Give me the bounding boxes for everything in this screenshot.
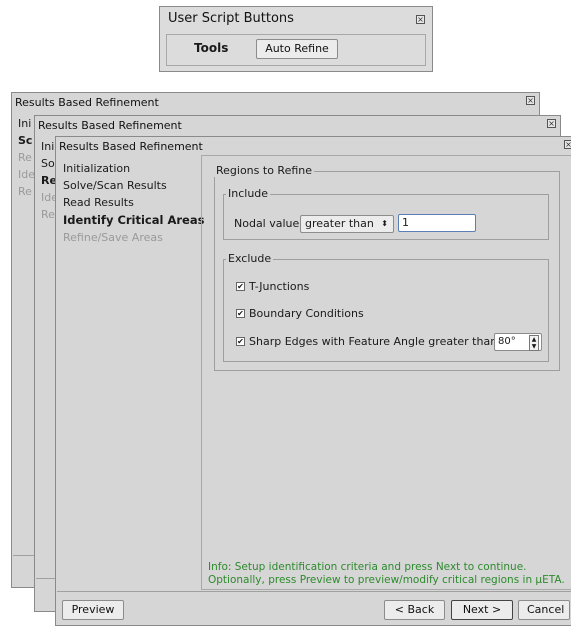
exclude-title: Exclude xyxy=(226,252,274,265)
nav-item-read-results[interactable]: Read Results xyxy=(63,196,134,209)
include-title: Include xyxy=(226,187,271,200)
nodal-value-text: 1 xyxy=(402,216,409,229)
sharp-edges-label: Sharp Edges with Feature Angle greater t… xyxy=(249,335,501,348)
window-title-bar: Results Based Refinement xyxy=(35,116,560,134)
sharp-edges-checkbox[interactable]: ✔ xyxy=(236,337,245,346)
tools-label: Tools xyxy=(194,41,229,55)
next-button[interactable]: Next > xyxy=(451,600,513,620)
close-icon[interactable]: × xyxy=(416,15,425,24)
info-message: Info: Setup identification criteria and … xyxy=(208,561,565,587)
nav-item-fragment: Ini xyxy=(41,140,55,153)
close-icon[interactable]: × xyxy=(564,140,571,149)
nav-item-fragment: Re xyxy=(41,208,55,221)
nav-item-identify-critical-areas[interactable]: Identify Critical Areas xyxy=(63,213,204,227)
nodal-value-input[interactable]: 1 xyxy=(398,214,476,232)
nav-item-solve-scan-results[interactable]: Solve/Scan Results xyxy=(63,179,167,192)
window-title: Results Based Refinement xyxy=(59,139,203,153)
preview-button[interactable]: Preview xyxy=(62,600,124,620)
close-icon[interactable]: × xyxy=(547,119,556,128)
boundary-conditions-checkbox[interactable]: ✔ xyxy=(236,309,245,318)
nav-item-fragment: Re xyxy=(18,151,32,164)
feature-angle-value: 80° xyxy=(498,336,516,347)
t-junctions-label: T-Junctions xyxy=(249,280,310,293)
nav-item-fragment: Sc xyxy=(18,134,33,147)
nav-item-fragment: Ini xyxy=(18,117,32,130)
auto-refine-button[interactable]: Auto Refine xyxy=(256,39,338,59)
button-bar-divider xyxy=(57,591,571,592)
condition-value: greater than xyxy=(305,217,374,230)
spin-arrows-icon[interactable]: ▲ ▼ xyxy=(529,335,539,351)
nav-item-fragment: Re xyxy=(18,185,32,198)
nav-item-fragment: Ide xyxy=(18,168,35,181)
window-title: Results Based Refinement xyxy=(15,95,159,109)
nav-item-initialization[interactable]: Initialization xyxy=(63,162,130,175)
feature-angle-spinbox[interactable]: 80° ▲ ▼ xyxy=(494,333,542,351)
window-title-bar: Results Based Refinement xyxy=(56,137,571,155)
window-title-bar: Results Based Refinement xyxy=(12,93,539,111)
condition-select[interactable]: greater than ⬍ xyxy=(300,215,394,233)
nav-item-fragment: So xyxy=(41,157,55,170)
results-based-refinement-dialog: Results Based Refinement × Initializatio… xyxy=(55,136,571,626)
updown-icon: ⬍ xyxy=(381,219,388,228)
boundary-conditions-label: Boundary Conditions xyxy=(249,307,364,320)
back-button[interactable]: < Back xyxy=(384,600,445,620)
cancel-button[interactable]: Cancel xyxy=(518,600,570,620)
user-script-buttons-title: User Script Buttons xyxy=(168,11,294,26)
info-line-2: Optionally, press Preview to preview/mod… xyxy=(208,574,565,586)
nav-item-refine-save-areas: Refine/Save Areas xyxy=(63,231,163,244)
info-line-1: Info: Setup identification criteria and … xyxy=(208,561,527,573)
close-icon[interactable]: × xyxy=(526,96,535,105)
window-title: Results Based Refinement xyxy=(38,118,182,132)
regions-to-refine-title: Regions to Refine xyxy=(214,164,315,177)
t-junctions-checkbox[interactable]: ✔ xyxy=(236,282,245,291)
nodal-value-label: Nodal value: xyxy=(234,217,303,230)
user-script-buttons-window: User Script Buttons × Tools Auto Refine xyxy=(159,6,433,72)
